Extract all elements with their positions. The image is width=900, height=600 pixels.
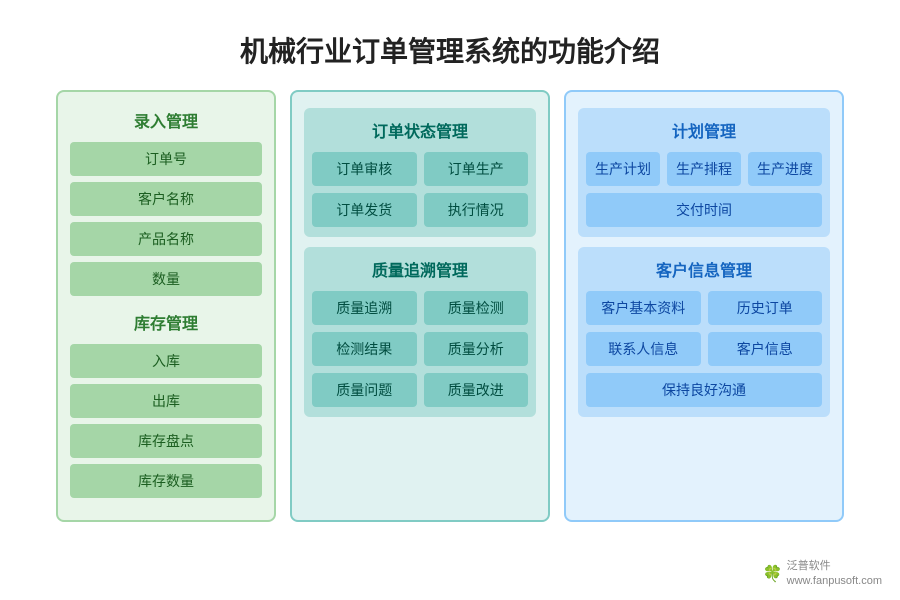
list-item: 质量检测	[424, 291, 529, 325]
list-item: 质量改进	[424, 373, 529, 407]
list-item: 生产计划	[586, 152, 660, 186]
right-section1-extra: 交付时间	[586, 193, 822, 227]
list-item: 订单号	[70, 142, 262, 176]
list-item: 客户名称	[70, 182, 262, 216]
mid-column: 订单状态管理 订单审核 订单生产 订单发货 执行情况 质量追溯管理 质量追溯 质…	[290, 90, 550, 522]
page-title: 机械行业订单管理系统的功能介绍	[0, 0, 900, 90]
list-item: 历史订单	[708, 291, 823, 325]
list-item: 客户信息	[708, 332, 823, 366]
watermark-logo-icon: 🍀	[763, 564, 783, 584]
list-item: 出库	[70, 384, 262, 418]
watermark-url: www.fanpusoft.com	[787, 574, 882, 588]
right-section2-title: 客户信息管理	[586, 257, 822, 281]
list-item: 库存数量	[70, 464, 262, 498]
mid-section2-title: 质量追溯管理	[312, 257, 528, 281]
list-item: 联系人信息	[586, 332, 701, 366]
right-section1-title: 计划管理	[586, 118, 822, 142]
list-item: 订单生产	[424, 152, 529, 186]
mid-section2-box: 质量追溯管理 质量追溯 质量检测 检测结果 质量分析 质量问题 质量改进	[304, 247, 536, 417]
watermark-brand: 泛普软件	[787, 559, 882, 573]
list-item: 订单发货	[312, 193, 417, 227]
mid-section1-box: 订单状态管理 订单审核 订单生产 订单发货 执行情况	[304, 108, 536, 237]
list-item: 生产排程	[667, 152, 741, 186]
right-section2-box: 客户信息管理 客户基本资料 历史订单 联系人信息 客户信息 保持良好沟通	[578, 247, 830, 417]
list-item: 执行情况	[424, 193, 529, 227]
list-item: 生产进度	[748, 152, 822, 186]
list-item: 数量	[70, 262, 262, 296]
right-column: 计划管理 生产计划 生产排程 生产进度 交付时间 客户信息管理 客户基本资料 历…	[564, 90, 844, 522]
list-item: 检测结果	[312, 332, 417, 366]
list-item: 入库	[70, 344, 262, 378]
list-item: 客户基本资料	[586, 291, 701, 325]
left-section1-title: 录入管理	[70, 108, 262, 132]
left-column: 录入管理 订单号 客户名称 产品名称 数量 库存管理 入库 出库 库存盘点 库存…	[56, 90, 276, 522]
main-columns: 录入管理 订单号 客户名称 产品名称 数量 库存管理 入库 出库 库存盘点 库存…	[0, 90, 900, 522]
left-section2-title: 库存管理	[70, 310, 262, 334]
list-item: 产品名称	[70, 222, 262, 256]
right-section2-extra: 保持良好沟通	[586, 373, 822, 407]
watermark: 🍀 泛普软件 www.fanpusoft.com	[763, 559, 882, 588]
list-item: 质量分析	[424, 332, 529, 366]
list-item: 订单审核	[312, 152, 417, 186]
list-item: 质量问题	[312, 373, 417, 407]
list-item: 质量追溯	[312, 291, 417, 325]
list-item: 库存盘点	[70, 424, 262, 458]
right-section1-box: 计划管理 生产计划 生产排程 生产进度 交付时间	[578, 108, 830, 237]
mid-section1-title: 订单状态管理	[312, 118, 528, 142]
